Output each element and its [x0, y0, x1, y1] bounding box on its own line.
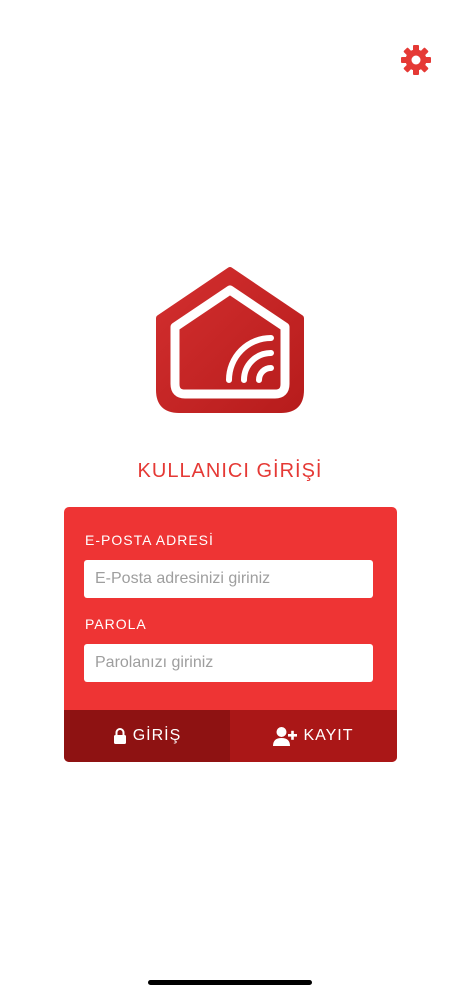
app-logo	[155, 266, 305, 414]
login-button[interactable]: GİRİŞ	[64, 710, 230, 762]
settings-button[interactable]	[400, 44, 432, 76]
login-form: E-POSTA ADRESİ PAROLA GİRİŞ KAYIT	[64, 507, 397, 762]
smart-home-logo-icon	[156, 267, 304, 413]
register-button-label: KAYIT	[303, 727, 354, 744]
login-button-label: GİRİŞ	[132, 727, 182, 744]
password-label: PAROLA	[85, 616, 147, 632]
password-field[interactable]	[84, 644, 373, 682]
gear-icon	[401, 45, 431, 75]
email-field[interactable]	[84, 560, 373, 598]
register-button[interactable]: KAYIT	[230, 710, 397, 762]
lock-icon	[113, 728, 126, 744]
home-indicator	[148, 980, 312, 985]
page-title: KULLANICI GİRİŞİ	[137, 460, 323, 482]
add-user-icon	[273, 727, 298, 746]
email-label: E-POSTA ADRESİ	[85, 532, 214, 548]
